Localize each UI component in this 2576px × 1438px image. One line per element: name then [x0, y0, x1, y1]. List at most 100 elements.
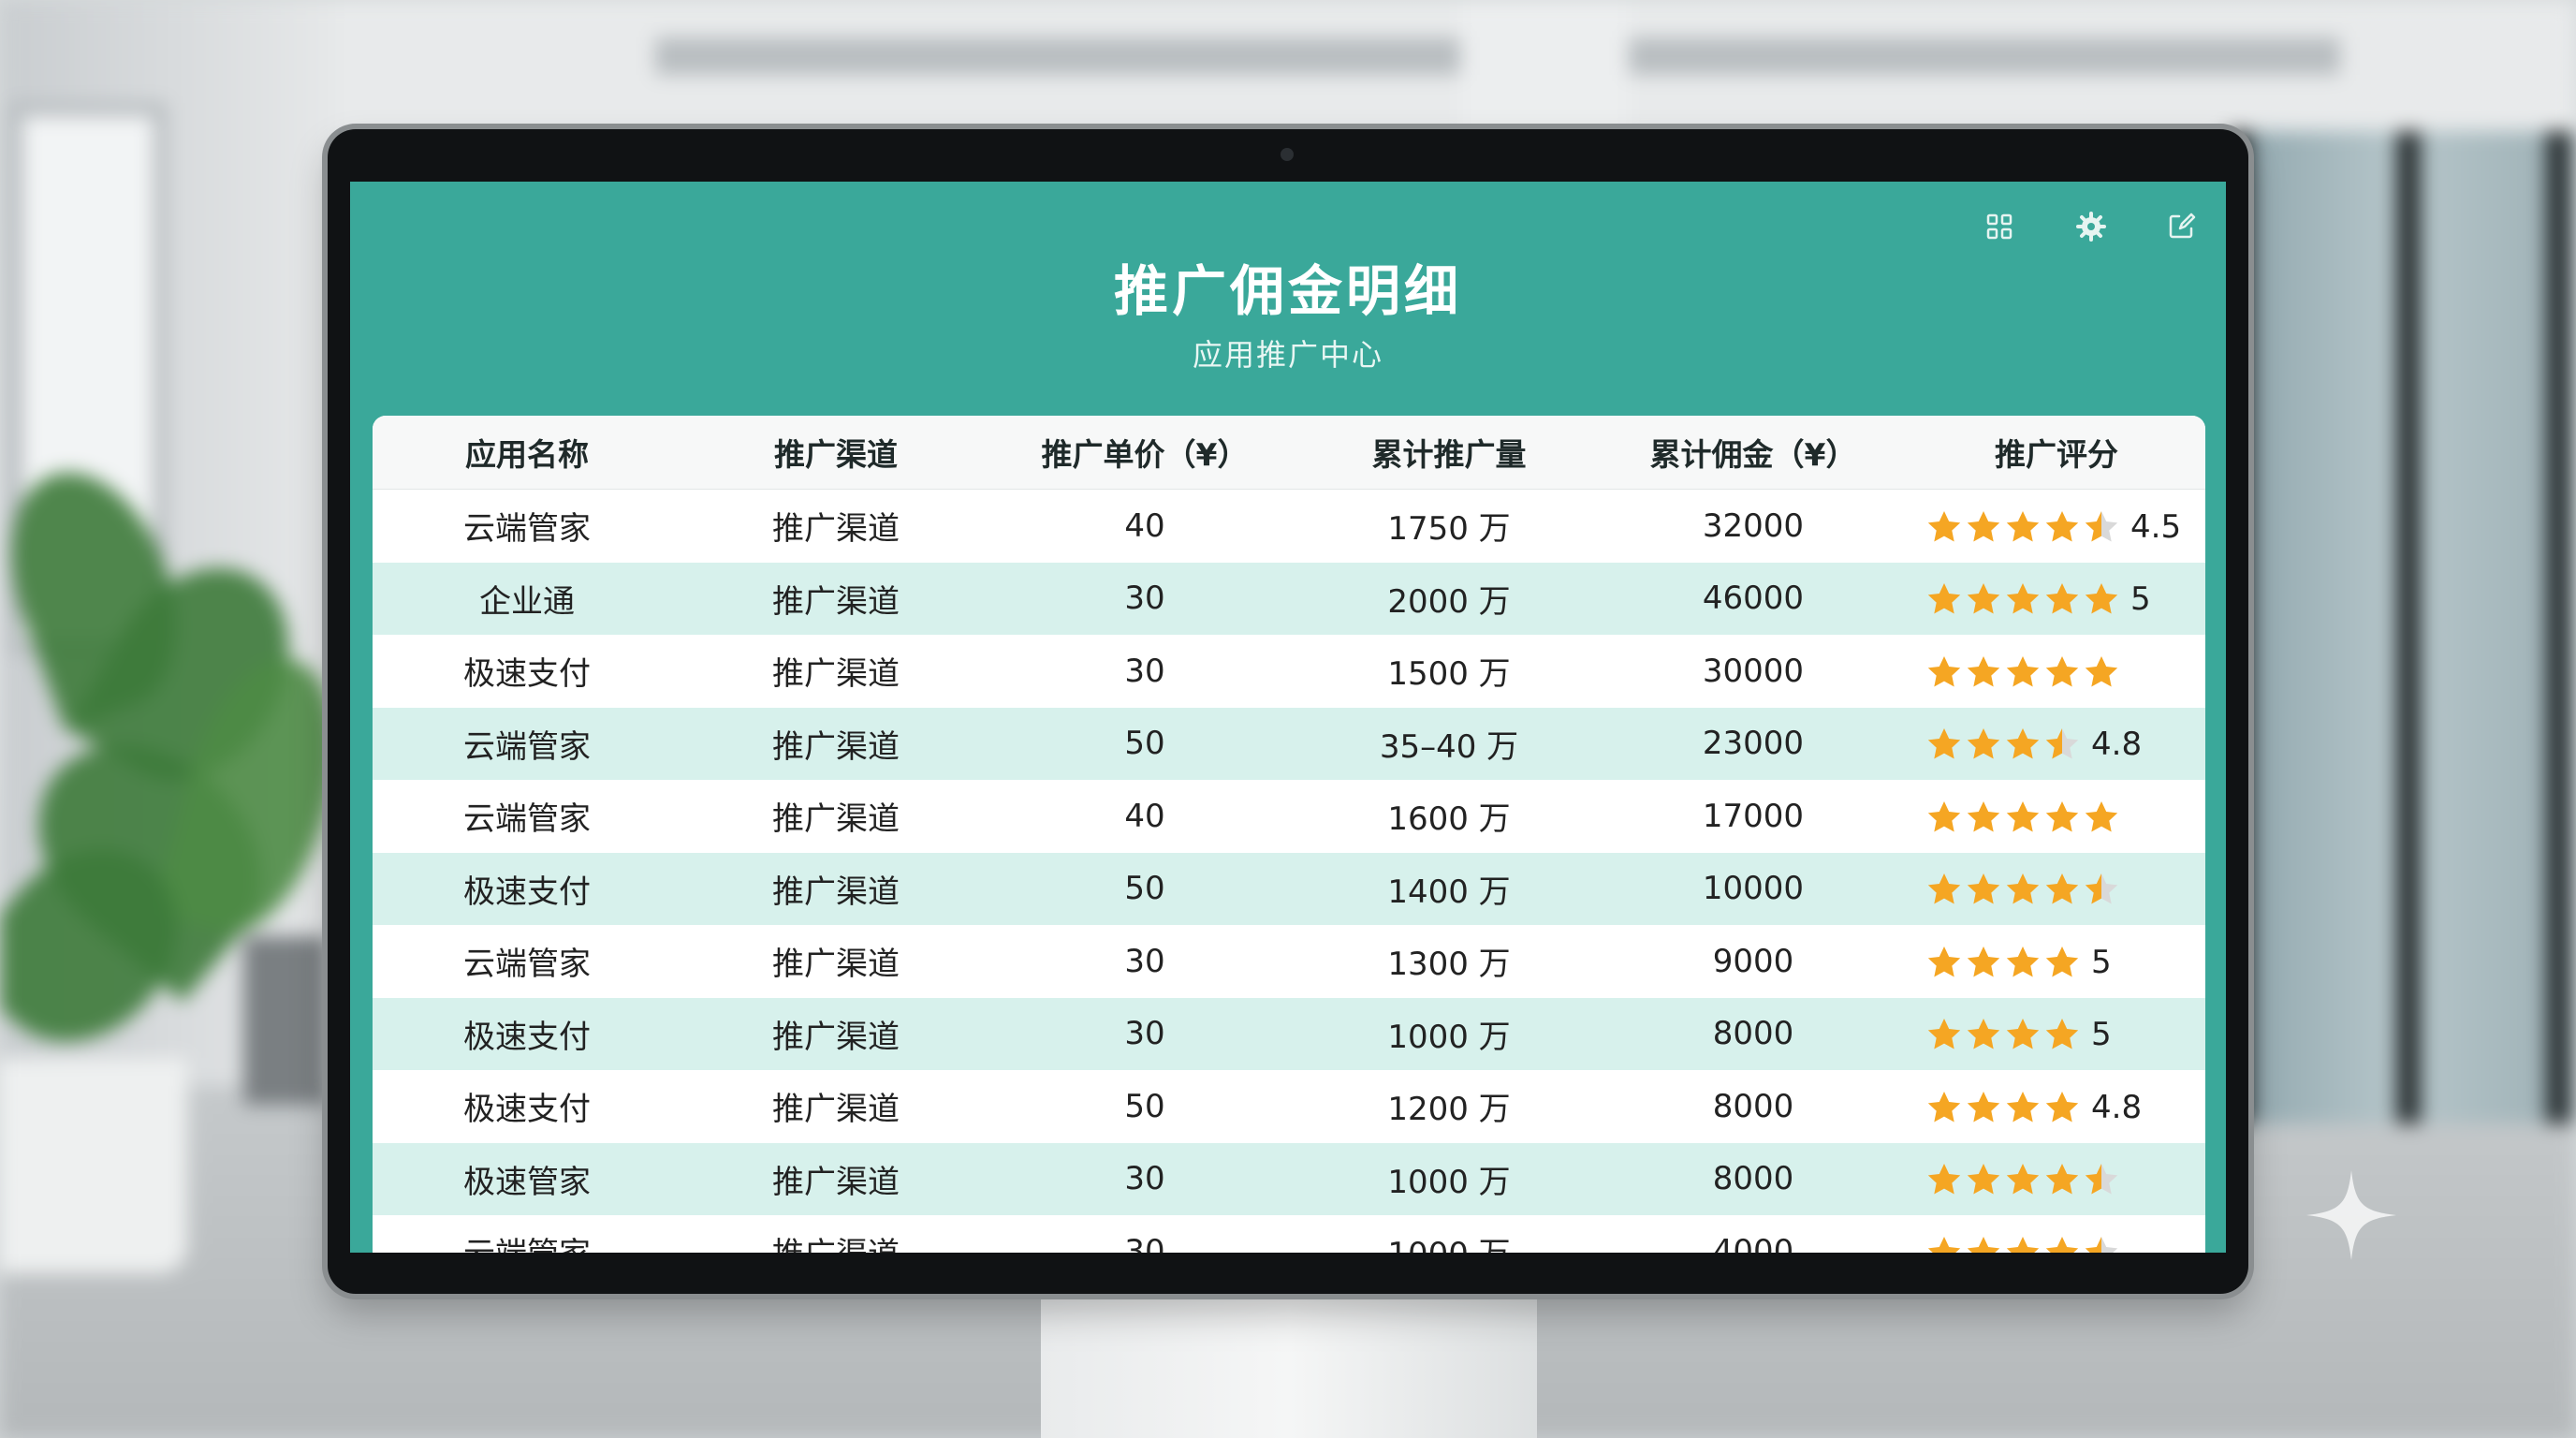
column-header[interactable]: 推广单价（¥） [990, 416, 1299, 490]
total-volume-cell: 1000 万 [1299, 1215, 1599, 1253]
total-volume-cell: 1400 万 [1299, 852, 1599, 925]
star-icon [2045, 728, 2079, 759]
column-header[interactable]: 累计推广量 [1299, 416, 1599, 490]
total-commission-cell: 9000 [1599, 925, 1908, 998]
table-row[interactable]: 云端管家 推广渠道 30 1300 万 9000 5 [373, 925, 2205, 998]
total-commission-cell: 8000 [1599, 997, 1908, 1070]
star-icon [2045, 1164, 2079, 1195]
star-icon [2006, 510, 2040, 541]
star-icon [2045, 1019, 2079, 1049]
star-icon [2045, 510, 2079, 541]
star-icon [2045, 800, 2079, 831]
column-header[interactable]: 累计佣金（¥） [1599, 416, 1908, 490]
star-icon [1967, 873, 2000, 904]
star-icon [2085, 1164, 2118, 1195]
rating-cell [1908, 1215, 2205, 1253]
total-commission-cell: 10000 [1599, 852, 1908, 925]
channel-cell: 推广渠道 [681, 997, 990, 1070]
column-header[interactable]: 推广渠道 [681, 416, 990, 490]
star-icon [1927, 1091, 1961, 1122]
star-icon [1927, 655, 1961, 686]
total-commission-cell: 8000 [1599, 1070, 1908, 1143]
app-name-cell: 极速管家 [373, 1142, 681, 1215]
star-rating [1926, 654, 2119, 690]
table-row[interactable]: 云端管家推广渠道301000 万4000 [373, 1215, 2205, 1253]
star-icon [2045, 655, 2079, 686]
column-header[interactable]: 应用名称 [373, 416, 681, 490]
rating-cell: 5 [1908, 562, 2205, 635]
star-icon [1967, 1019, 2000, 1049]
star-icon [1967, 655, 2000, 686]
column-header[interactable]: 推广评分 [1908, 416, 2205, 490]
commission-table: 应用名称 推广渠道 推广单价（¥） 累计推广量 累计佣金（¥） 推广评分 云端管家 推广渠道… [373, 416, 2205, 1253]
star-rating [1926, 1017, 2080, 1052]
total-volume-cell: 2000 万 [1299, 562, 1599, 635]
table-row[interactable]: 企业通 推广渠道 30 2000 万 46000 5 [373, 562, 2205, 635]
channel-cell: 推广渠道 [681, 780, 990, 853]
star-icon [2085, 800, 2118, 831]
channel-cell: 推广渠道 [681, 1215, 990, 1253]
star-icon [1927, 583, 1961, 614]
table-row[interactable]: 极速支付 推广渠道 50 1400 万 10000 [373, 852, 2205, 925]
total-volume-cell: 1000 万 [1299, 997, 1599, 1070]
screen: 推广佣金明细 应用推广中心 应用名称 推广渠道 推广单价（¥） 累计推广量 累计佣金（¥… [350, 182, 2226, 1253]
edit-export-icon[interactable] [2160, 206, 2202, 247]
rating-cell: 4.8 [1908, 707, 2205, 780]
rating-score: 4.5 [2130, 507, 2182, 546]
table-row[interactable]: 极速管家 推广渠道 30 1000 万 8000 [373, 1142, 2205, 1215]
sparkle-icon [2306, 1170, 2396, 1260]
table-row[interactable]: 极速支付 推广渠道 50 1200 万 8000 4.8 [373, 1070, 2205, 1143]
unit-price-cell: 30 [990, 925, 1299, 998]
app-name-cell: 极速支付 [373, 997, 681, 1070]
rating-cell: 4.8 [1908, 1070, 2205, 1143]
star-rating [1926, 1162, 2119, 1197]
star-icon [1927, 946, 1961, 976]
star-icon [2085, 655, 2118, 686]
channel-cell: 推广渠道 [681, 925, 990, 998]
star-icon [2045, 1091, 2079, 1122]
app-name-cell: 云端管家 [373, 707, 681, 780]
table-row[interactable]: 极速支付 推广渠道 30 1500 万 30000 [373, 635, 2205, 708]
star-icon [1927, 1164, 1961, 1195]
total-volume-cell: 1000 万 [1299, 1142, 1599, 1215]
total-volume-cell: 1200 万 [1299, 1070, 1599, 1143]
rating-score: 5 [2130, 580, 2151, 618]
table-row[interactable]: 云端管家 推广渠道 40 1750 万 32000 4.5 [373, 489, 2205, 563]
rating-score: 4.8 [2091, 1088, 2143, 1126]
star-rating [1926, 509, 2119, 545]
star-icon [1927, 1236, 1961, 1253]
qr-grid-icon[interactable] [1979, 206, 2020, 247]
app-name-cell: 云端管家 [373, 780, 681, 853]
total-commission-cell: 8000 [1599, 1142, 1908, 1215]
rating-cell: 5 [1908, 997, 2205, 1070]
star-icon [2045, 1236, 2079, 1253]
table-row[interactable]: 云端管家 推广渠道 50 35–40 万 23000 4.8 [373, 707, 2205, 780]
table-header-row: 应用名称 推广渠道 推广单价（¥） 累计推广量 累计佣金（¥） 推广评分 [373, 416, 2205, 490]
channel-cell: 推广渠道 [681, 489, 990, 563]
total-commission-cell: 23000 [1599, 707, 1908, 780]
star-icon [1967, 1236, 2000, 1253]
star-icon [2006, 946, 2040, 976]
commission-table-card: 应用名称 推广渠道 推广单价（¥） 累计推广量 累计佣金（¥） 推广评分 云端管家 推广渠道… [373, 416, 2205, 1253]
star-icon [1927, 728, 1961, 759]
table-row[interactable]: 极速支付 推广渠道 30 1000 万 8000 5 [373, 997, 2205, 1070]
star-icon [1967, 1091, 2000, 1122]
total-commission-cell: 30000 [1599, 635, 1908, 708]
unit-price-cell: 30 [990, 1142, 1299, 1215]
star-icon [2006, 1091, 2040, 1122]
total-volume-cell: 1500 万 [1299, 635, 1599, 708]
star-icon [2006, 583, 2040, 614]
total-commission-cell: 46000 [1599, 562, 1908, 635]
star-rating [1926, 581, 2119, 617]
unit-price-cell: 50 [990, 707, 1299, 780]
star-icon [2085, 583, 2118, 614]
unit-price-cell: 40 [990, 489, 1299, 563]
star-icon [1927, 1019, 1961, 1049]
star-icon [2006, 728, 2040, 759]
rating-cell [1908, 635, 2205, 708]
table-row[interactable]: 云端管家 推广渠道 40 1600 万 17000 [373, 780, 2205, 853]
channel-cell: 推广渠道 [681, 562, 990, 635]
star-icon [1967, 728, 2000, 759]
star-icon [1967, 510, 2000, 541]
settings-gear-icon[interactable] [2071, 206, 2112, 247]
